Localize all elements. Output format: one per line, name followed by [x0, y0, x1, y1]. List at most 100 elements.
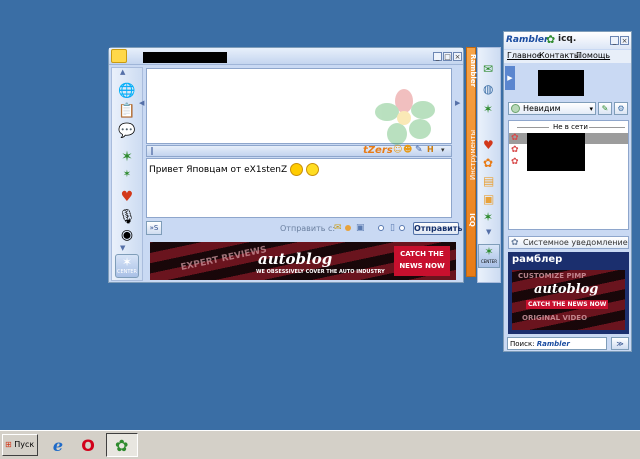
- world-icon[interactable]: 🌐: [116, 82, 138, 100]
- side-tab-rambler[interactable]: Rambler: [469, 54, 477, 94]
- rt-mail-icon[interactable]: ✉: [483, 62, 493, 76]
- info-icon[interactable]: 📋: [116, 102, 138, 120]
- maximize-button[interactable]: □: [443, 52, 452, 61]
- windows-logo-icon: ⊞: [5, 440, 12, 449]
- internet-explorer-icon[interactable]: e: [46, 435, 70, 457]
- brand-rambler: Rambler: [506, 35, 549, 45]
- emoticon-icon[interactable]: ☻: [403, 145, 412, 155]
- group-offline-label[interactable]: Не в сети: [553, 123, 588, 131]
- contact-name-redacted: [143, 52, 227, 63]
- rt-globe-icon[interactable]: ◍: [483, 82, 493, 96]
- menu-help[interactable]: Помощь: [576, 51, 610, 60]
- rt-center-icon: ✶: [484, 245, 494, 258]
- ad-cta-line1: CATCH THE: [400, 250, 444, 258]
- opera-icon[interactable]: O: [76, 435, 100, 457]
- send-via-radio[interactable]: [345, 225, 351, 231]
- icq-ad-cta: CATCH THE NEWS NOW: [526, 300, 609, 309]
- send-via-email-icon[interactable]: ✉: [334, 223, 342, 233]
- message-toolbar: ‖ tZers ☺ ☻ ✎ H ▾: [146, 145, 452, 157]
- heart-mail-icon[interactable]: ♥: [116, 188, 138, 206]
- search-brand: Rambler: [536, 340, 570, 348]
- ad-image: CUSTOMIZE PIMP autoblog CATCH THE NEWS N…: [512, 270, 625, 330]
- rt-scroll-down-icon[interactable]: ▼: [486, 228, 491, 236]
- rt-person-icon[interactable]: ✶: [483, 102, 493, 116]
- scroll-up-icon[interactable]: ▲: [120, 68, 125, 76]
- ad-cta-line2: NEWS NOW: [399, 262, 445, 270]
- search-input[interactable]: Поиск: Rambler: [507, 337, 607, 350]
- history-scroll-arrow[interactable]: ◀: [139, 99, 144, 107]
- rt-center-button[interactable]: ✶ CENTER: [478, 244, 500, 268]
- icq-minimize-button[interactable]: _: [610, 36, 619, 45]
- message-history[interactable]: ◀ ▶: [139, 68, 460, 145]
- send-via-label: Отправить с:: [280, 224, 336, 233]
- message-input[interactable]: Привет Яповцам от eX1stenZ: [146, 158, 452, 218]
- find-user-button[interactable]: ✎: [598, 102, 612, 115]
- send-button[interactable]: Отправить: [413, 222, 462, 235]
- start-button[interactable]: ⊞ Пуск: [2, 434, 38, 456]
- status-dropdown-icon: ▾: [589, 105, 593, 113]
- icq-ad-banner[interactable]: рамблер CUSTOMIZE PIMP autoblog CATCH TH…: [508, 252, 629, 334]
- chat-bubbles-icon[interactable]: 💬: [116, 122, 138, 140]
- icq-menu-bar: Главное Контакты Помощь: [504, 50, 631, 63]
- send-row: »S Отправить с: ✉ ▣ ▯ Отправить: [146, 220, 462, 238]
- nudge-button[interactable]: »S: [146, 221, 162, 235]
- font-icon[interactable]: H: [427, 145, 434, 154]
- rt-folder-icon[interactable]: ▣: [483, 192, 494, 206]
- send-via-radio-3[interactable]: [399, 225, 405, 231]
- center-button[interactable]: ✶ CENTER: [115, 254, 139, 278]
- rt-note-icon[interactable]: ▤: [483, 174, 494, 188]
- menu-contacts[interactable]: Контакты: [539, 51, 580, 60]
- icq-close-button[interactable]: ×: [620, 36, 629, 45]
- rt-contact-icon[interactable]: ✶: [483, 210, 493, 224]
- close-button[interactable]: ×: [453, 52, 462, 61]
- start-label: Пуск: [14, 440, 35, 449]
- contact-small-icon[interactable]: ✶: [116, 166, 138, 184]
- offline-flower-icon: ✿: [511, 133, 519, 143]
- icq-contact-window: Rambler ✿ icq. _ × Главное Контакты Помо…: [503, 31, 632, 352]
- send-via-radio-2[interactable]: [378, 225, 384, 231]
- scroll-down-icon[interactable]: ▼: [120, 244, 125, 252]
- smiley-icon[interactable]: ☺: [393, 145, 402, 155]
- status-selector[interactable]: Невидим ▾: [508, 102, 596, 115]
- ad-tagline: WE OBSESSIVELY COVER THE AUTO INDUSTRY: [256, 269, 385, 275]
- ad-cta[interactable]: CATCH THE NEWS NOW: [394, 246, 450, 276]
- laughing-smiley-icon: [290, 163, 304, 176]
- tzers-logo[interactable]: tZers: [363, 145, 393, 156]
- chat-window: _ □ × ▲ 🌐 📋 💬 ✶ ✶ ♥ 🎙 ◉ ▼ ✶ CENTER ◀ ▶ ‖…: [108, 47, 464, 283]
- side-tab-tools[interactable]: Инструменты: [469, 124, 477, 180]
- side-tab-strip[interactable]: Rambler Инструменты ICQ: [466, 47, 477, 277]
- icq-flower-icon: ✿: [546, 33, 556, 46]
- more-options-icon[interactable]: ▾: [441, 146, 445, 154]
- offline-flower-icon: ✿: [511, 145, 519, 155]
- send-via-sms-icon[interactable]: ▣: [356, 223, 365, 233]
- rt-greeting-icon[interactable]: ✿: [483, 156, 493, 170]
- ad-bg-bottom: ORIGINAL VIDEO: [522, 314, 588, 322]
- system-notification-bar[interactable]: ✿ Системное уведомление: [508, 236, 629, 249]
- icq-ad-logo: autoblog: [534, 282, 599, 297]
- chat-title-bar[interactable]: _ □ ×: [109, 48, 463, 65]
- minimize-button[interactable]: _: [433, 52, 442, 61]
- ad-header: рамблер: [512, 254, 563, 265]
- offline-flower-icon: ✿: [511, 157, 519, 167]
- ad-bg-top: CUSTOMIZE PIMP: [518, 272, 587, 280]
- taskbar-icq-button[interactable]: ✿: [106, 433, 138, 457]
- history-scroll-arrow-right[interactable]: ▶: [455, 99, 460, 107]
- center-person-icon: ✶: [121, 255, 133, 269]
- chat-right-toolbar: ✉ ◍ ✶ ♥ ✿ ▤ ▣ ✶ ▼ ✶ CENTER: [477, 47, 501, 283]
- color-picker-icon[interactable]: ✎: [415, 145, 423, 155]
- chat-ad-banner[interactable]: EXPERT REVIEWS autoblog WE OBSESSIVELY C…: [150, 242, 456, 280]
- system-notice-icon: ✿: [511, 238, 519, 248]
- webcam-icon[interactable]: ◉: [116, 226, 138, 244]
- icq-title-bar[interactable]: Rambler ✿ icq. _ ×: [504, 32, 631, 49]
- icq-person-icon[interactable]: ✶: [116, 148, 138, 166]
- microphone-icon[interactable]: 🎙: [116, 208, 138, 226]
- settings-button[interactable]: ⚙: [614, 102, 628, 115]
- search-go-button[interactable]: ≫: [611, 337, 629, 350]
- menu-main[interactable]: Главное: [507, 51, 542, 60]
- group-offline-separator-right: [589, 127, 625, 128]
- side-tab-icq[interactable]: ICQ: [468, 213, 476, 227]
- rt-heart-icon[interactable]: ♥: [483, 138, 494, 152]
- pause-icon[interactable]: ‖: [150, 146, 154, 155]
- send-via-phone-icon[interactable]: ▯: [390, 223, 395, 233]
- expand-arrow-button[interactable]: ▶: [505, 66, 515, 90]
